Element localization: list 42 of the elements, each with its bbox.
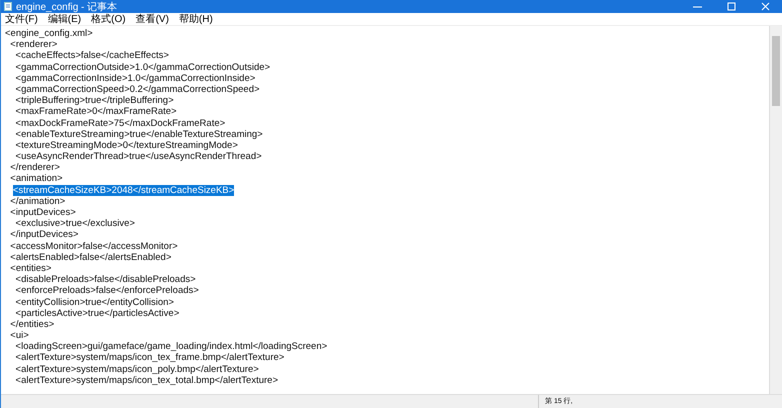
text-line: <disablePreloads>false</disablePreloads>: [14, 274, 197, 286]
text-line: </entities>: [9, 318, 56, 330]
menu-item[interactable]: 查看(V): [136, 12, 169, 26]
text-line: <inputDevices>: [9, 207, 77, 218]
text-line: <maxFrameRate>0</maxFrameRate>: [14, 106, 178, 118]
text-line: <alertsEnabled>false</alertsEnabled>: [9, 252, 172, 263]
text-line: <ui>: [9, 330, 30, 342]
vertical-scrollbar[interactable]: [769, 26, 782, 394]
text-line: <gammaCorrectionInside>1.0</gammaCorrectionInside>: [14, 72, 256, 84]
text-line: <renderer>: [9, 39, 58, 50]
text-line: <accessMonitor>false</accessMonitor>: [9, 240, 179, 252]
text-line: </renderer>: [9, 162, 61, 174]
scroll-thumb[interactable]: [772, 36, 780, 106]
text-line: <animation>: [9, 173, 64, 185]
text-line: <maxDockFrameRate>75</maxDockFrameRate>: [14, 118, 226, 129]
text-line: <enforcePreloads>false</enforcePreloads>: [14, 285, 200, 296]
text-line: <cacheEffects>false</cacheEffects>: [14, 50, 170, 62]
text-line: </inputDevices>: [9, 229, 80, 241]
text-line: <exclusive>true</exclusive>: [14, 218, 136, 230]
text-line: <entityCollision>true</entityCollision>: [14, 296, 175, 308]
menu-item[interactable]: 编辑(E): [48, 12, 82, 26]
notepad-icon: [4, 2, 12, 11]
menu-item[interactable]: 文件(F): [5, 12, 38, 26]
menu-item[interactable]: 格式(O): [91, 12, 126, 26]
text-line: <engine_config.xml>: [5, 28, 94, 40]
menu-item[interactable]: 帮助(H): [178, 12, 213, 26]
text-line: <gammaCorrectionOutside>1.0</gammaCorrectionOutside>: [14, 62, 272, 73]
text-line: <alertTexture>system/maps/icon_tex_total.bmp</alertTexture>: [14, 374, 279, 386]
text-line: <enableTextureStreaming>true</enableTextureStreaming>: [14, 128, 264, 140]
text-line: <useAsyncRenderThread>true</useAsyncRenderThread>: [14, 151, 263, 162]
text-line: <textureStreamingMode>0</textureStreamingMode>: [14, 140, 239, 152]
text-line: </animation>: [9, 196, 66, 207]
text-line: <entities>: [9, 262, 52, 274]
window-title: engine_config - 记事本: [16, 0, 118, 14]
text-line: <gammaCorrectionSpeed>0.2</gammaCorrectionSpeed>: [14, 84, 261, 96]
text-line: <alertTexture>system/maps/icon_poly.bmp</alertTexture>: [14, 364, 260, 375]
text-line: <loadingScreen>gui/gameface/game_loading/index.html</loadingScreen>: [14, 341, 328, 352]
text-line: <alertTexture>system/maps/icon_tex_frame.bmp</alertTexture>: [14, 352, 286, 364]
text-line: <tripleBuffering>true</tripleBuffering>: [14, 95, 175, 106]
close-icon[interactable]: [760, 2, 770, 11]
text-line: <particlesActive>true</particlesActive>: [14, 308, 180, 319]
maximize-icon[interactable]: [726, 2, 736, 11]
